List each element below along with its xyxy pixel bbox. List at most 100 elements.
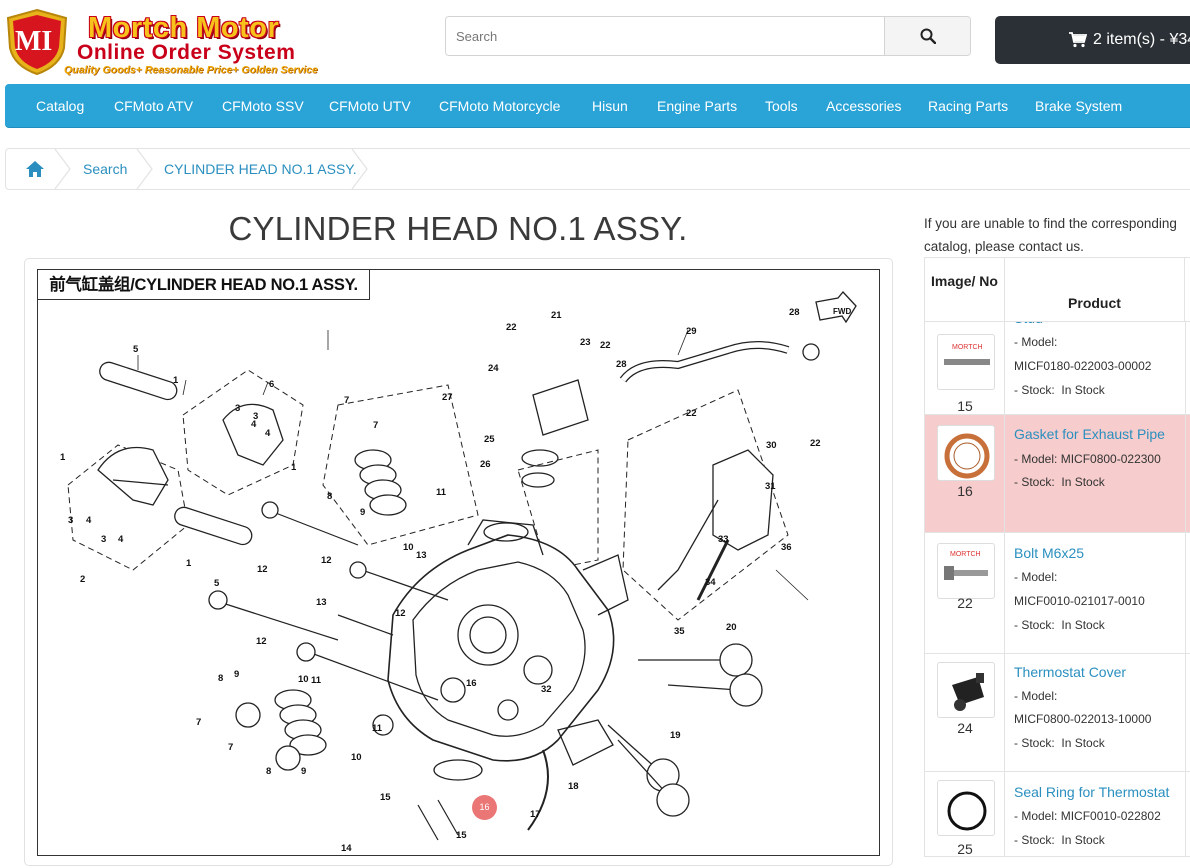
search-input[interactable] — [446, 17, 884, 55]
product-name-link[interactable]: Thermostat Cover — [1014, 664, 1126, 680]
svg-text:19: 19 — [670, 730, 681, 741]
table-row[interactable]: 25 Seal Ring for Thermostat - Model: MIC… — [925, 772, 1190, 857]
svg-text:25: 25 — [484, 434, 495, 445]
row-image-cell: 16 — [925, 415, 1005, 532]
svg-text:9: 9 — [234, 669, 239, 680]
svg-text:24: 24 — [488, 363, 499, 374]
svg-text:7: 7 — [196, 717, 201, 728]
nav-item-catalog[interactable]: Catalog — [36, 84, 84, 128]
svg-text:11: 11 — [436, 487, 447, 498]
stock-label: - Stock: — [1014, 475, 1055, 489]
svg-text:12: 12 — [257, 564, 268, 575]
model-value: MICF0010-022802 — [1060, 809, 1161, 823]
row-image-cell: 25 — [925, 772, 1005, 857]
svg-text:28: 28 — [789, 307, 800, 318]
main-nav: Catalog CFMoto ATV CFMoto SSV CFMoto UTV… — [5, 84, 1190, 128]
nav-item-accessories[interactable]: Accessories — [826, 84, 901, 128]
search-button[interactable] — [884, 17, 970, 55]
nav-item-cfmoto-utv[interactable]: CFMoto UTV — [329, 84, 411, 128]
part-thumbnail[interactable] — [937, 425, 995, 481]
hotspot-16[interactable]: 16 — [472, 795, 497, 820]
svg-text:3: 3 — [101, 534, 106, 545]
svg-text:7: 7 — [228, 742, 233, 753]
svg-text:1: 1 — [186, 558, 192, 569]
svg-text:7: 7 — [373, 420, 378, 431]
table-row-selected[interactable]: 16 Gasket for Exhaust Pipe - Model: MICF… — [925, 415, 1190, 533]
table-row[interactable]: 24 Thermostat Cover - Model: MICF0800-02… — [925, 654, 1190, 772]
diagram-card: 前气缸盖组/CYLINDER HEAD NO.1 ASSY. 5 1 6 1 3… — [24, 258, 893, 866]
stock-label: - Stock: — [1014, 833, 1055, 847]
svg-text:22: 22 — [600, 340, 611, 351]
product-name-link[interactable]: Gasket for Exhaust Pipe — [1014, 426, 1165, 442]
part-number: 22 — [957, 595, 973, 611]
part-thumbnail[interactable] — [937, 780, 995, 836]
svg-text:14: 14 — [341, 843, 352, 854]
breadcrumb-separator-icon — [351, 149, 368, 189]
svg-text:27: 27 — [442, 392, 453, 403]
svg-text:8: 8 — [327, 491, 332, 502]
model-label: - Model: — [1014, 570, 1058, 584]
nav-item-cfmoto-motorcycle[interactable]: CFMoto Motorcycle — [439, 84, 560, 128]
svg-text:FWD: FWD — [833, 307, 851, 316]
stock-value: In Stock — [1061, 383, 1105, 397]
stock-status: - Stock: In Stock — [1014, 736, 1105, 750]
cart-button[interactable]: 2 item(s) - ¥34 — [995, 16, 1190, 64]
table-row[interactable]: MORTCH 22 Bolt M6x25 - Model: MICF0010-0… — [925, 533, 1190, 654]
nav-item-brake-system[interactable]: Brake System — [1035, 84, 1122, 128]
part-thumbnail[interactable]: MORTCH — [937, 334, 995, 390]
part-number: 25 — [957, 841, 973, 857]
stock-status: - Stock: In Stock — [1014, 475, 1105, 489]
nav-item-racing-parts[interactable]: Racing Parts — [928, 84, 1008, 128]
nav-item-hisun[interactable]: Hisun — [592, 84, 628, 128]
page-title: CYLINDER HEAD NO.1 ASSY. — [228, 210, 688, 247]
stock-status: - Stock: In Stock — [1014, 383, 1105, 397]
svg-text:11: 11 — [311, 675, 322, 686]
svg-text:17: 17 — [530, 809, 541, 820]
cart-label: 2 item(s) - ¥34 — [1093, 31, 1190, 48]
model-line: - Model: MICF0010-022802 — [1014, 809, 1161, 823]
svg-text:4: 4 — [118, 534, 124, 545]
nav-item-tools[interactable]: Tools — [765, 84, 798, 128]
help-text: If you are unable to find the correspond… — [924, 216, 1177, 254]
model-label: - Model: — [1014, 689, 1058, 703]
part-thumbnail[interactable]: MORTCH — [937, 543, 995, 599]
svg-text:33: 33 — [718, 534, 729, 545]
column-divider — [1185, 654, 1186, 771]
svg-text:4: 4 — [265, 428, 271, 439]
product-name-link[interactable]: Seal Ring for Thermostat — [1014, 784, 1169, 800]
svg-text:30: 30 — [766, 440, 777, 451]
svg-text:11: 11 — [372, 723, 383, 734]
part-number: 16 — [957, 483, 973, 499]
site-logo[interactable]: MI Mortch Motor Online Order System Qual… — [4, 8, 334, 78]
product-name-link[interactable]: Bolt M6x25 — [1014, 545, 1084, 561]
svg-text:9: 9 — [301, 766, 306, 777]
svg-text:10: 10 — [351, 752, 362, 763]
breadcrumb: Search CYLINDER HEAD NO.1 ASSY. — [5, 148, 1190, 190]
svg-text:MORTCH: MORTCH — [950, 551, 981, 558]
model-label: - Model: — [1014, 452, 1058, 466]
svg-text:1: 1 — [60, 452, 66, 463]
part-thumbnail[interactable] — [937, 662, 995, 718]
home-icon[interactable] — [25, 160, 45, 178]
nav-item-cfmoto-atv[interactable]: CFMoto ATV — [114, 84, 193, 128]
svg-text:16: 16 — [466, 678, 477, 689]
svg-text:10: 10 — [403, 542, 414, 553]
model-label: - Model: — [1014, 809, 1058, 823]
logo-initials: MI — [15, 26, 53, 57]
search-bar — [445, 16, 971, 56]
svg-text:9: 9 — [360, 507, 365, 518]
model-line: - Model: MICF0800-022300 — [1014, 452, 1161, 466]
part-number: 24 — [957, 720, 973, 736]
breadcrumb-current[interactable]: CYLINDER HEAD NO.1 ASSY. — [164, 149, 357, 189]
nav-item-engine-parts[interactable]: Engine Parts — [657, 84, 737, 128]
svg-text:28: 28 — [616, 359, 627, 370]
nav-item-cfmoto-ssv[interactable]: CFMoto SSV — [222, 84, 304, 128]
model-value: MICF0010-021017-0010 — [1014, 594, 1145, 608]
svg-text:3: 3 — [68, 515, 73, 526]
bolt-part-icon: MORTCH — [944, 551, 988, 580]
parts-table: Image/ No Product MORTCH 15 Stud - Model… — [924, 257, 1190, 857]
breadcrumb-search[interactable]: Search — [83, 149, 127, 189]
svg-text:32: 32 — [541, 684, 552, 695]
svg-text:21: 21 — [551, 310, 562, 321]
svg-text:23: 23 — [580, 337, 591, 348]
